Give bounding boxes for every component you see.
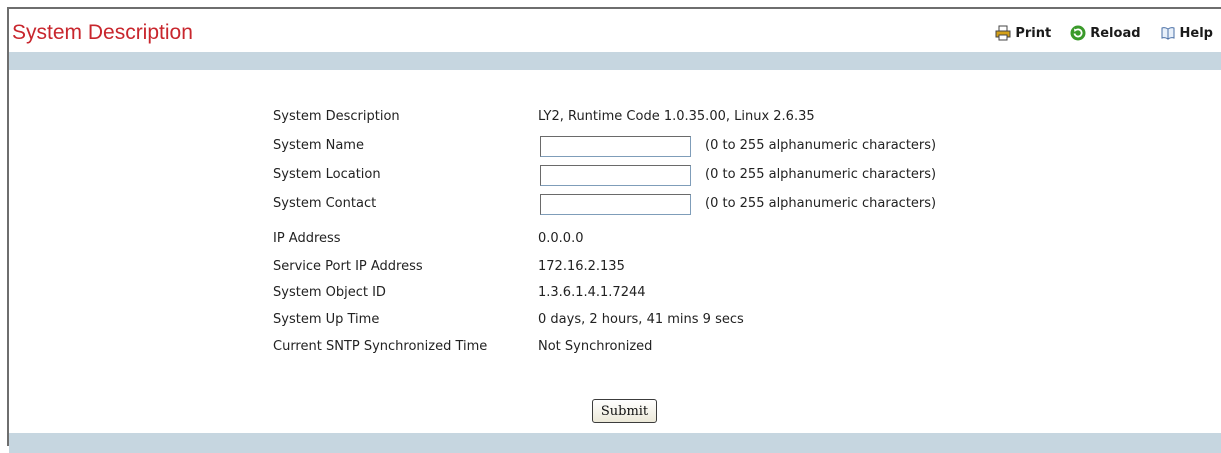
ip-address-value: 0.0.0.0	[538, 231, 584, 246]
system-contact-hint: (0 to 255 alphanumeric characters)	[705, 196, 937, 211]
system-contact-label: System Contact	[273, 196, 377, 211]
footer-bar	[9, 433, 1221, 453]
system-description-value: LY2, Runtime Code 1.0.35.00, Linux 2.6.3…	[538, 109, 815, 124]
reload-label: Reload	[1090, 25, 1141, 41]
book-icon	[1160, 25, 1176, 41]
system-object-id-label: System Object ID	[273, 285, 386, 300]
service-port-ip-value: 172.16.2.135	[538, 259, 625, 274]
page-header: System Description Print Reload Help	[9, 9, 1221, 50]
system-location-label: System Location	[273, 167, 381, 182]
system-object-id-value: 1.3.6.1.4.1.7244	[538, 285, 646, 300]
printer-icon	[995, 25, 1011, 41]
page-title: System Description	[12, 21, 193, 44]
system-name-input[interactable]	[540, 136, 691, 157]
service-port-ip-label: Service Port IP Address	[273, 259, 423, 274]
toolbar: Print Reload Help	[995, 23, 1221, 43]
sntp-time-label: Current SNTP Synchronized Time	[273, 339, 488, 354]
header-divider-bar	[9, 52, 1221, 70]
ip-address-label: IP Address	[273, 231, 341, 246]
help-label: Help	[1179, 25, 1213, 41]
system-contact-input[interactable]	[540, 194, 691, 215]
submit-button[interactable]: Submit	[592, 399, 657, 423]
system-location-hint: (0 to 255 alphanumeric characters)	[705, 167, 937, 182]
reload-icon	[1070, 25, 1086, 41]
sntp-time-value: Not Synchronized	[538, 339, 653, 354]
system-location-input[interactable]	[540, 165, 691, 186]
system-up-time-label: System Up Time	[273, 312, 380, 327]
system-description-label: System Description	[273, 109, 400, 124]
print-label: Print	[1015, 25, 1052, 41]
print-button[interactable]: Print	[995, 25, 1051, 41]
content-frame: System Description Print Reload Help Sys…	[7, 7, 1221, 453]
system-name-hint: (0 to 255 alphanumeric characters)	[705, 138, 937, 153]
reload-button[interactable]: Reload	[1070, 25, 1141, 41]
system-name-label: System Name	[273, 138, 364, 153]
help-button[interactable]: Help	[1160, 25, 1213, 41]
system-up-time-value: 0 days, 2 hours, 41 mins 9 secs	[538, 312, 744, 327]
